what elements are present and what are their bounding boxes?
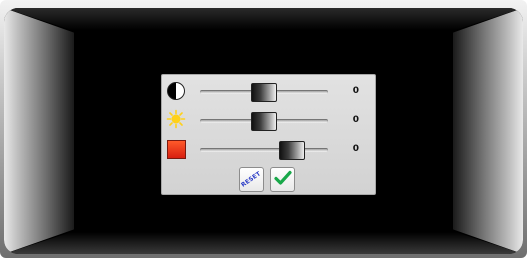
- monitor-frame: 0 0 0 RESET: [0, 0, 527, 258]
- brightness-row: 0: [162, 107, 375, 133]
- color-row: 0: [162, 136, 375, 162]
- bottom-shade: [4, 232, 523, 254]
- color-square-icon: [167, 140, 186, 159]
- color-slider-track[interactable]: [200, 148, 328, 152]
- adjustment-panel: 0 0 0 RESET: [161, 74, 376, 195]
- reset-label: RESET: [240, 170, 263, 189]
- contrast-value: 0: [352, 86, 359, 96]
- contrast-icon: [167, 82, 185, 100]
- contrast-slider-thumb[interactable]: [251, 83, 277, 102]
- brightness-value: 0: [352, 115, 359, 125]
- confirm-button[interactable]: [270, 167, 295, 192]
- left-side-panel: [4, 8, 74, 254]
- reset-button[interactable]: RESET: [239, 167, 264, 192]
- brightness-slider-thumb[interactable]: [251, 112, 277, 131]
- sun-icon: [166, 109, 186, 129]
- color-value: 0: [352, 144, 359, 154]
- contrast-row: 0: [162, 78, 375, 104]
- checkmark-icon: [273, 170, 292, 190]
- top-shade: [4, 8, 523, 30]
- right-side-panel: [453, 8, 523, 254]
- color-slider-thumb[interactable]: [279, 141, 305, 160]
